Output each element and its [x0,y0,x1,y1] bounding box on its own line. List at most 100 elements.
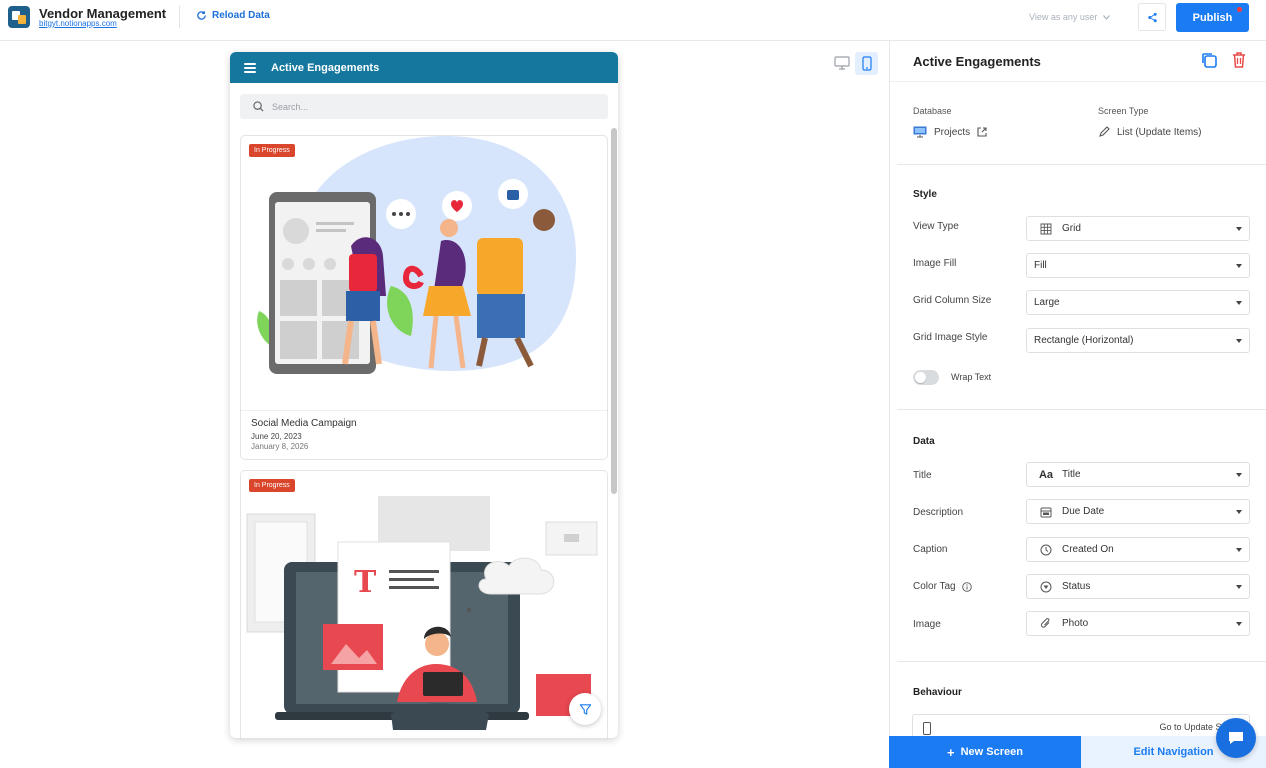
caret-down-icon [1236,585,1242,589]
chat-bubble-icon [1229,732,1243,744]
grid-icon [1040,223,1052,234]
new-screen-label: New Screen [960,746,1023,758]
card-image-writer: T [246,496,598,730]
filter-button[interactable] [569,693,601,725]
preview-search-input[interactable]: Search... [240,94,608,119]
mobile-icon [923,722,931,735]
desktop-view-button[interactable] [831,52,853,74]
card-title: Social Media Campaign [251,418,357,429]
divider [179,6,180,28]
title-field-value: Title [1062,469,1081,480]
external-link-icon[interactable] [977,127,987,137]
description-field-select[interactable]: Due Date [1026,499,1250,524]
view-as-user-select[interactable]: View as any user [1029,12,1111,22]
grid-card[interactable]: In Progress T [240,470,608,738]
title-field-label: Title [913,470,932,481]
search-icon [253,101,264,112]
caret-down-icon [1236,227,1242,231]
chat-support-button[interactable] [1216,718,1256,758]
status-tag: In Progress [249,479,295,492]
caret-down-icon [1236,473,1242,477]
grid-column-size-label: Grid Column Size [913,295,992,306]
text-aa-icon: Aa [1038,468,1054,481]
caret-down-icon [1236,548,1242,552]
image-field-select[interactable]: Photo [1026,611,1250,636]
grid-card[interactable]: In Progress Social Media Campaign June 2… [240,135,608,460]
share-icon [1147,12,1157,22]
clock-icon [1040,544,1052,555]
search-placeholder: Search... [272,101,309,112]
duplicate-icon[interactable] [1200,51,1218,69]
new-screen-button[interactable]: + New Screen [889,736,1081,768]
grid-column-size-select[interactable]: Large [1026,290,1250,315]
caret-down-icon [1236,622,1242,626]
plus-icon: + [947,744,955,760]
database-name: Projects [934,126,971,138]
status-tag: In Progress [249,144,295,157]
screen-type-name: List (Update Items) [1117,126,1202,138]
pencil-icon [1099,126,1110,137]
reload-data-button[interactable]: Reload Data [196,10,270,21]
share-button[interactable] [1138,3,1166,31]
image-field-value: Photo [1062,618,1089,629]
app-logo-icon [8,6,30,28]
publish-button[interactable]: Publish [1176,3,1249,32]
view-type-select[interactable]: Grid [1026,216,1250,241]
reload-data-label: Reload Data [212,10,270,21]
refresh-icon [197,11,206,20]
mobile-view-button[interactable] [855,52,878,75]
caret-down-icon [1236,264,1242,268]
edit-navigation-label: Edit Navigation [1133,746,1214,758]
top-bar: Vendor Management bitgyt.notionapps.com … [0,0,1266,41]
grid-image-style-label: Grid Image Style [913,332,988,343]
card-text: Social Media Campaign June 20, 2023 Janu… [241,410,607,459]
toggle-knob [915,372,926,383]
mobile-icon [861,56,872,71]
view-type-label: View Type [913,221,959,232]
caption-field-value: Created On [1062,544,1114,555]
title-field-select[interactable]: Aa Title [1026,462,1250,487]
database-value[interactable]: Projects [913,126,987,138]
grid-column-size-value: Large [1034,297,1060,308]
section-divider [897,661,1266,662]
publish-label: Publish [1192,11,1233,24]
preview-scrollbar[interactable] [611,128,617,494]
database-label: Database [913,106,952,116]
style-section-title: Style [913,189,937,200]
behaviour-section-title: Behaviour [913,687,962,698]
filter-icon [579,703,591,715]
grid-image-style-select[interactable]: Rectangle (Horizontal) [1026,328,1250,353]
data-section-title: Data [913,436,935,447]
preview-header: Active Engagements [230,52,618,83]
wrap-text-toggle[interactable] [913,370,939,385]
description-field-value: Due Date [1062,506,1105,517]
card-description: June 20, 2023 [251,432,302,441]
trash-icon[interactable] [1231,51,1247,69]
color-tag-field-label: Color Tag [913,581,972,592]
preview-screen-title: Active Engagements [271,61,380,74]
caret-down-icon [1236,339,1242,343]
database-monitor-icon [913,126,927,138]
view-as-label: View as any user [1029,12,1098,22]
paperclip-icon [1040,618,1050,628]
image-fill-select[interactable]: Fill [1026,253,1250,278]
color-tag-field-value: Status [1062,581,1091,592]
card-caption: January 8, 2026 [251,442,309,451]
hamburger-menu-icon[interactable] [244,62,256,73]
color-tag-field-select[interactable]: Status [1026,574,1250,599]
description-field-label: Description [913,507,964,518]
image-field-label: Image [913,619,941,630]
caption-field-select[interactable]: Created On [1026,537,1250,562]
help-circle-icon[interactable] [961,581,972,592]
status-icon [1040,581,1052,592]
card-image-social-media [257,136,576,374]
caret-down-icon [1236,301,1242,305]
caption-field-label: Caption [913,544,948,555]
app-url-link[interactable]: bitgyt.notionapps.com [39,19,117,28]
svg-text:T: T [354,565,377,600]
screen-type-label: Screen Type [1098,106,1149,116]
phone-preview: Active Engagements Search... In Progress [230,52,618,738]
image-fill-value: Fill [1034,260,1047,271]
view-type-value: Grid [1062,223,1081,234]
wrap-text-label: Wrap Text [951,372,992,382]
